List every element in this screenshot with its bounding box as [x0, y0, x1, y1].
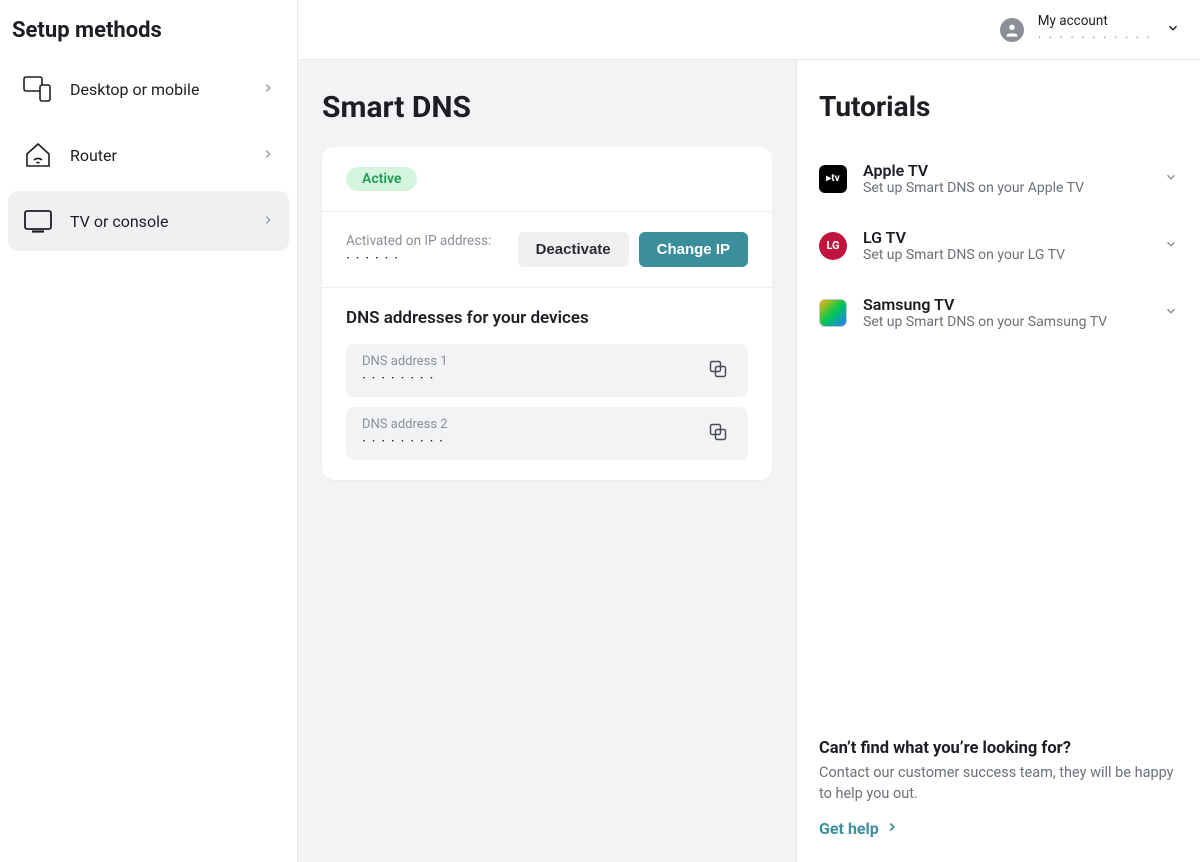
tutorial-desc: Set up Smart DNS on your Samsung TV	[863, 314, 1148, 330]
chevron-down-icon	[1164, 169, 1178, 188]
lg-tv-icon: LG	[819, 232, 847, 260]
copy-dns-1-button[interactable]	[704, 357, 732, 385]
account-email: · · · · · · · · · · ·	[1038, 30, 1152, 46]
page-title: Smart DNS	[322, 90, 772, 125]
tutorials-title: Tutorials	[819, 90, 1178, 123]
tutorial-title: Samsung TV	[863, 295, 1148, 314]
dns-value: · · · · · · · · ·	[362, 432, 448, 450]
get-help-link[interactable]: Get help	[819, 819, 899, 838]
copy-dns-2-button[interactable]	[704, 420, 732, 448]
account-avatar-icon	[1000, 18, 1024, 42]
sidebar-item-tv-console[interactable]: TV or console	[8, 191, 289, 251]
sidebar: Setup methods Desktop or mobile	[0, 0, 298, 862]
dns-address-2: DNS address 2 · · · · · · · · ·	[346, 407, 748, 460]
chevron-right-icon	[261, 80, 275, 99]
sidebar-item-desktop-mobile[interactable]: Desktop or mobile	[8, 59, 289, 119]
chevron-right-icon	[885, 819, 899, 838]
sidebar-item-label: TV or console	[70, 212, 245, 231]
tutorial-samsung-tv[interactable]: Samsung TV Set up Smart DNS on your Sams…	[819, 279, 1178, 346]
chevron-down-icon	[1164, 236, 1178, 255]
dns-value: · · · · · · · ·	[362, 369, 448, 387]
ip-value: · · · · · ·	[346, 249, 491, 267]
samsung-tv-icon	[819, 299, 847, 327]
account-menu[interactable]: My account · · · · · · · · · · ·	[1000, 13, 1180, 45]
chevron-down-icon	[1164, 303, 1178, 322]
deactivate-button[interactable]: Deactivate	[518, 232, 629, 267]
tutorial-lg-tv[interactable]: LG LG TV Set up Smart DNS on your LG TV	[819, 212, 1178, 279]
help-link-label: Get help	[819, 819, 879, 838]
home-wifi-icon	[22, 139, 54, 171]
sidebar-title: Setup methods	[8, 18, 289, 59]
chevron-down-icon	[1166, 20, 1180, 39]
help-text: Contact our customer success team, they …	[819, 762, 1178, 806]
tutorial-title: Apple TV	[863, 161, 1148, 180]
tutorial-desc: Set up Smart DNS on your Apple TV	[863, 180, 1148, 196]
top-header: My account · · · · · · · · · · ·	[298, 0, 1200, 60]
tutorials-panel: Tutorials ▸tv Apple TV Set up Smart DNS …	[796, 60, 1200, 862]
sidebar-item-router[interactable]: Router	[8, 125, 289, 185]
help-heading: Can’t find what you’re looking for?	[819, 739, 1178, 758]
chevron-right-icon	[261, 146, 275, 165]
tv-icon	[22, 205, 54, 237]
sidebar-item-label: Desktop or mobile	[70, 80, 245, 99]
devices-icon	[22, 73, 54, 105]
smart-dns-card: Active Activated on IP address: · · · · …	[322, 147, 772, 480]
dns-heading: DNS addresses for your devices	[346, 308, 748, 328]
tutorial-desc: Set up Smart DNS on your LG TV	[863, 247, 1148, 263]
change-ip-button[interactable]: Change IP	[639, 232, 748, 267]
copy-icon	[708, 422, 728, 446]
copy-icon	[708, 359, 728, 383]
ip-label: Activated on IP address:	[346, 233, 491, 249]
chevron-right-icon	[261, 212, 275, 231]
main-panel: Smart DNS Active Activated on IP address…	[298, 60, 796, 862]
tutorial-apple-tv[interactable]: ▸tv Apple TV Set up Smart DNS on your Ap…	[819, 145, 1178, 212]
account-label: My account	[1038, 13, 1152, 29]
apple-tv-icon: ▸tv	[819, 165, 847, 193]
help-block: Can’t find what you’re looking for? Cont…	[819, 739, 1178, 839]
dns-label: DNS address 2	[362, 417, 448, 432]
dns-address-1: DNS address 1 · · · · · · · ·	[346, 344, 748, 397]
sidebar-item-label: Router	[70, 146, 245, 165]
dns-label: DNS address 1	[362, 354, 448, 369]
tutorial-title: LG TV	[863, 228, 1148, 247]
status-badge: Active	[346, 167, 417, 191]
